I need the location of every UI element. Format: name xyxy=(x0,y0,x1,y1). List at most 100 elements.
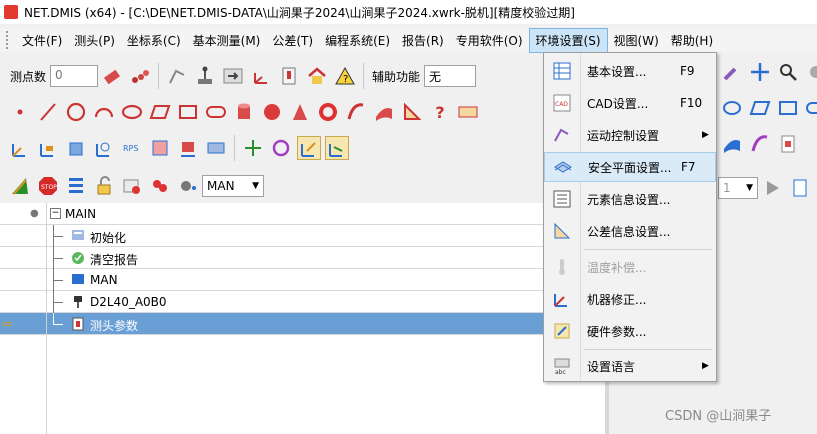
svg-text:STOP: STOP xyxy=(41,184,57,191)
hardware-icon xyxy=(554,323,570,339)
sphere-icon[interactable] xyxy=(260,100,284,124)
svg-text:abc: abc xyxy=(555,369,566,376)
unlock-icon[interactable] xyxy=(92,174,116,198)
probe-path-icon[interactable] xyxy=(165,64,189,88)
probe-tip-icon[interactable] xyxy=(148,174,172,198)
record-icon[interactable] xyxy=(120,174,144,198)
clear-report-icon xyxy=(72,252,84,264)
menu-item-basic-settings[interactable]: 基本设置... F9 xyxy=(544,56,716,86)
zoom-icon[interactable] xyxy=(776,60,800,84)
cylinder-icon[interactable] xyxy=(232,100,256,124)
menu-tolerance[interactable]: 公差(T) xyxy=(266,29,319,52)
menu-view[interactable]: 视图(W) xyxy=(608,29,665,52)
menu-coordinate-system[interactable]: 坐标系(C) xyxy=(121,29,187,52)
menu-item-motion-control[interactable]: 运动控制设置 ▶ xyxy=(544,120,716,150)
collapse-icon[interactable]: − xyxy=(50,208,61,219)
probe-settings-icon[interactable] xyxy=(277,64,301,88)
arc-icon[interactable] xyxy=(92,100,116,124)
align-plane-icon[interactable] xyxy=(36,136,60,160)
slot-icon[interactable] xyxy=(204,100,228,124)
move-axis-icon[interactable] xyxy=(297,136,321,160)
move-point-icon[interactable] xyxy=(176,174,200,198)
tree-row[interactable]: 初始化 xyxy=(0,225,605,247)
menu-item-cad-settings[interactable]: CAD CAD设置... F10 xyxy=(544,88,716,118)
best-fit-icon[interactable] xyxy=(148,136,172,160)
tree-row[interactable]: D2L40_A0B0 xyxy=(0,291,605,313)
probe-rotate-icon[interactable] xyxy=(241,136,265,160)
home-icon[interactable] xyxy=(305,64,329,88)
menu-bar: 文件(F) 测头(P) 坐标系(C) 基本测量(M) 公差(T) 编程系统(E)… xyxy=(0,27,817,53)
play-icon[interactable] xyxy=(760,176,784,200)
menu-item-safe-plane[interactable]: 安全平面设置... F7 xyxy=(544,152,716,182)
cone-icon[interactable] xyxy=(288,100,312,124)
torus-icon[interactable] xyxy=(316,100,340,124)
xyz-axis-icon[interactable] xyxy=(249,64,273,88)
document-icon[interactable] xyxy=(788,176,812,200)
tree-row-root[interactable]: ● − MAIN xyxy=(0,203,605,225)
menu-special-software[interactable]: 专用软件(O) xyxy=(450,29,529,52)
menu-item-machine-correction[interactable]: 机器修正... xyxy=(544,284,716,314)
surface-alt-icon[interactable] xyxy=(720,132,744,156)
page-select[interactable]: 1 ▼ xyxy=(718,177,758,199)
point-cloud-icon[interactable] xyxy=(128,64,152,88)
point-icon[interactable] xyxy=(8,100,32,124)
camera-icon[interactable] xyxy=(804,60,817,84)
save-alignment-icon[interactable] xyxy=(204,136,228,160)
menu-basic-measure[interactable]: 基本测量(M) xyxy=(187,29,267,52)
menubar-grip-icon[interactable] xyxy=(6,31,10,49)
go-arrow-icon[interactable] xyxy=(221,64,245,88)
menu-item-element-info[interactable]: 元素信息设置... xyxy=(544,184,716,214)
menu-item-tolerance-info[interactable]: 公差信息设置... xyxy=(544,216,716,246)
line-icon[interactable] xyxy=(36,100,60,124)
mode-select[interactable]: MAN ▼ xyxy=(202,175,264,197)
path-icon[interactable] xyxy=(456,100,480,124)
ellipse-alt-icon[interactable] xyxy=(720,96,744,120)
tree-node-label: 初始化 xyxy=(90,231,127,245)
rectangle-icon[interactable] xyxy=(176,100,200,124)
curve-alt-icon[interactable] xyxy=(748,132,772,156)
stop-icon[interactable]: STOP xyxy=(36,174,60,198)
slot-alt-icon[interactable] xyxy=(804,96,817,120)
transform-axis-icon[interactable] xyxy=(325,136,349,160)
rectangle-alt-icon[interactable] xyxy=(776,96,800,120)
points-count-label: 测点数 xyxy=(10,69,47,84)
ruler-icon[interactable] xyxy=(8,174,32,198)
tree-row-selected[interactable]: ⇨ 测头参数 xyxy=(0,313,605,335)
menu-report[interactable]: 报告(R) xyxy=(396,29,450,52)
eraser-icon[interactable] xyxy=(100,64,124,88)
aux-function-select[interactable]: 无 xyxy=(424,65,477,87)
parallelogram-icon[interactable] xyxy=(148,100,172,124)
angle-icon[interactable] xyxy=(400,100,424,124)
report-icon[interactable] xyxy=(776,132,800,156)
menu-probe[interactable]: 测头(P) xyxy=(68,29,121,52)
warning-icon[interactable]: ? xyxy=(333,64,357,88)
recall-alignment-icon[interactable] xyxy=(269,136,293,160)
curve-icon[interactable] xyxy=(344,100,368,124)
parallelogram-alt-icon[interactable] xyxy=(748,96,772,120)
surface-icon[interactable] xyxy=(372,100,396,124)
tree-row[interactable]: MAN xyxy=(0,269,605,291)
menu-programming[interactable]: 编程系统(E) xyxy=(319,29,396,52)
rotate-axis-icon[interactable] xyxy=(92,136,116,160)
question-icon[interactable]: ? xyxy=(428,100,452,124)
menu-item-hardware-parameters[interactable]: 硬件参数... xyxy=(544,316,716,346)
menu-environment-settings[interactable]: 环境设置(S) xyxy=(528,27,608,53)
offset-alignment-icon[interactable] xyxy=(176,136,200,160)
rps-alignment-icon[interactable]: RPS xyxy=(120,136,144,160)
align-3d-icon[interactable] xyxy=(64,136,88,160)
probe-param-icon xyxy=(72,317,84,331)
tree-row[interactable]: 清空报告 xyxy=(0,247,605,269)
menu-item-language[interactable]: abc 设置语言 ▶ xyxy=(544,351,716,381)
pan-icon[interactable] xyxy=(748,60,772,84)
init-alignment-icon[interactable] xyxy=(8,136,32,160)
list-icon[interactable] xyxy=(64,174,88,198)
menu-help[interactable]: 帮助(H) xyxy=(665,29,719,52)
menu-item-temperature-compensation[interactable]: 温度补偿... xyxy=(544,252,716,282)
points-count-field[interactable]: 0 xyxy=(50,65,99,87)
brush-icon[interactable] xyxy=(720,60,744,84)
menu-file[interactable]: 文件(F) xyxy=(16,29,68,52)
circle-icon[interactable] xyxy=(64,100,88,124)
temperature-icon xyxy=(559,259,565,275)
joystick-icon[interactable] xyxy=(193,64,217,88)
ellipse-icon[interactable] xyxy=(120,100,144,124)
